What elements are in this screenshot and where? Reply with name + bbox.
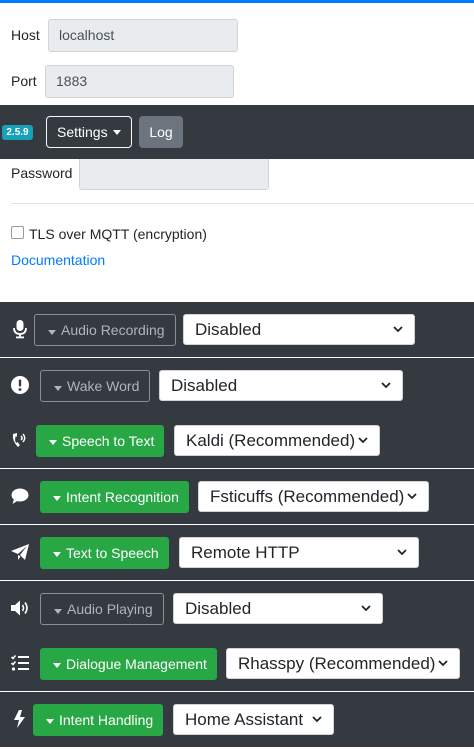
host-input[interactable]: localhost [48,19,238,52]
caret-down-icon [53,496,61,501]
service-row-wake-word: Wake Word Disabled [0,358,474,413]
caret-down-icon [46,719,54,724]
text-to-speech-select[interactable]: Remote HTTP [179,537,419,568]
dialogue-management-toggle[interactable]: Dialogue Management [40,648,217,680]
intent-recognition-select[interactable]: Fsticuffs (Recommended) [198,481,429,512]
service-row-audio-recording: Audio Recording Disabled [0,302,474,357]
service-label: Wake Word [67,378,140,394]
service-row-dialogue-management: Dialogue Management Rhasspy (Recommended… [0,636,474,691]
divider [11,203,474,204]
chevron-down-icon [438,660,448,667]
bolt-icon [14,710,25,728]
password-row: Password [0,153,474,193]
settings-label: Settings [57,124,108,140]
service-row-audio-playing: Audio Playing Disabled [0,581,474,636]
audio-playing-toggle[interactable]: Audio Playing [40,593,164,625]
settings-dropdown-button[interactable]: Settings [46,116,132,148]
microphone-icon [13,320,27,339]
service-label: Audio Recording [61,322,165,338]
password-label: Password [11,165,73,181]
port-row: Port 1883 [0,61,474,101]
dialogue-management-select[interactable]: Rhasspy (Recommended) [226,648,460,679]
chevron-down-icon [361,605,371,612]
intent-handling-select[interactable]: Home Assistant [173,704,334,735]
paper-plane-icon [11,544,29,560]
audio-recording-toggle[interactable]: Audio Recording [34,314,176,346]
speech-to-text-toggle[interactable]: Speech to Text [36,425,165,457]
chevron-down-icon [312,716,322,723]
service-label: Intent Handling [59,712,154,728]
caret-down-icon [54,609,62,614]
audio-playing-select[interactable]: Disabled [173,593,383,624]
tls-checkbox[interactable] [11,226,24,239]
service-label: Speech to Text [62,433,155,449]
select-value: Kaldi (Recommended) [186,431,356,450]
intent-recognition-toggle[interactable]: Intent Recognition [40,481,189,513]
tls-label: TLS over MQTT (encryption) [29,226,207,242]
service-row-intent-recognition: Intent Recognition Fsticuffs (Recommende… [0,469,474,524]
service-label: Intent Recognition [66,489,179,505]
comment-icon [11,488,29,504]
service-label: Audio Playing [67,601,153,617]
select-value: Disabled [195,320,262,339]
caret-down-icon [49,440,57,445]
text-to-speech-toggle[interactable]: Text to Speech [40,537,169,569]
phone-volume-icon [12,433,26,447]
chevron-down-icon [397,549,407,556]
top-accent-bar [0,0,474,3]
port-label: Port [11,73,37,89]
caret-down-icon [54,386,62,391]
log-button[interactable]: Log [139,116,183,148]
wake-word-toggle[interactable]: Wake Word [40,370,151,402]
chevron-down-icon [393,326,403,333]
exclamation-icon [11,376,29,394]
select-value: Rhasspy (Recommended) [238,654,436,673]
service-row-intent-handling: Intent Handling Home Assistant [0,692,474,747]
caret-down-icon [113,130,121,135]
select-value: Disabled [171,376,238,395]
documentation-link[interactable]: Documentation [11,252,105,268]
speech-to-text-select[interactable]: Kaldi (Recommended) [174,425,380,456]
host-label: Host [11,27,40,43]
password-input[interactable] [79,157,269,190]
select-value: Home Assistant [185,710,304,729]
wake-word-select[interactable]: Disabled [159,370,403,401]
caret-down-icon [53,552,61,557]
service-row-speech-to-text: Speech to Text Kaldi (Recommended) [0,413,474,468]
host-row: Host localhost [0,15,474,55]
audio-recording-select[interactable]: Disabled [183,314,415,345]
volume-up-icon [11,600,28,616]
chevron-down-icon [381,382,391,389]
version-badge: 2.5.9 [2,125,33,140]
port-input[interactable]: 1883 [45,65,234,98]
tasks-icon [10,654,29,671]
service-label: Dialogue Management [66,656,207,672]
caret-down-icon [48,330,56,335]
select-value: Disabled [185,599,252,618]
chevron-down-icon [407,493,417,500]
chevron-down-icon [358,437,368,444]
service-label: Text to Speech [66,545,159,561]
select-value: Fsticuffs (Recommended) [210,487,405,506]
service-row-text-to-speech: Text to Speech Remote HTTP [0,525,474,580]
intent-handling-toggle[interactable]: Intent Handling [33,704,164,736]
select-value: Remote HTTP [191,543,300,562]
caret-down-icon [53,663,61,668]
